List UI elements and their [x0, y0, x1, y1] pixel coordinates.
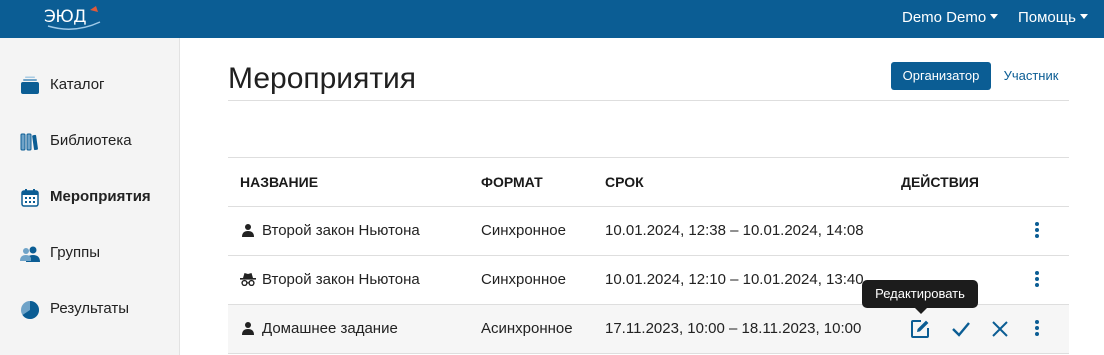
- sidebar-item-label: Мероприятия: [50, 188, 151, 205]
- table-row[interactable]: Домашнее задание Асинхронное 17.11.2023,…: [228, 305, 1069, 354]
- group-icon: [20, 246, 40, 262]
- more-vertical-icon[interactable]: [1031, 269, 1043, 291]
- sidebar-item-catalog[interactable]: Каталог: [0, 66, 179, 106]
- event-format: Синхронное: [481, 222, 566, 239]
- event-name[interactable]: Второй закон Ньютона: [262, 222, 420, 239]
- chevron-down-icon: [990, 14, 999, 19]
- event-format: Асинхронное: [481, 320, 573, 337]
- chevron-down-icon: [1079, 14, 1088, 19]
- more-vertical-icon[interactable]: [1031, 220, 1043, 242]
- edit-icon[interactable]: [908, 317, 932, 341]
- pie-chart-icon: [21, 301, 39, 319]
- sidebar-item-groups[interactable]: Группы: [0, 234, 179, 274]
- event-format: Синхронное: [481, 271, 566, 288]
- column-header-term[interactable]: СРОК: [605, 174, 644, 190]
- column-header-name[interactable]: НАЗВАНИЕ: [240, 174, 318, 190]
- sidebar-item-results[interactable]: Результаты: [0, 290, 179, 330]
- event-name[interactable]: Домашнее задание: [262, 320, 398, 337]
- sidebar-item-label: Библиотека: [50, 132, 132, 149]
- help-menu[interactable]: Помощь: [1018, 9, 1088, 26]
- sidebar-item-label: Результаты: [50, 300, 129, 317]
- sidebar: Каталог Библиотека Мероприятия Группы Ре…: [0, 38, 180, 355]
- tab-participant[interactable]: Участник: [996, 62, 1066, 90]
- sidebar-item-label: Каталог: [50, 76, 105, 93]
- library-icon: [20, 133, 38, 151]
- sidebar-item-label: Группы: [50, 244, 100, 261]
- user-menu-label: Demo Demo: [902, 9, 987, 26]
- event-name[interactable]: Второй закон Ньютона: [262, 271, 420, 288]
- logo-text: ЭЮД: [44, 7, 87, 27]
- incognito-icon: [240, 273, 256, 286]
- column-header-actions: ДЕЙСТВИЯ: [901, 174, 979, 190]
- close-icon[interactable]: [988, 317, 1012, 341]
- table-row[interactable]: Второй закон Ньютона Синхронное 10.01.20…: [228, 207, 1069, 256]
- more-vertical-icon[interactable]: [1031, 318, 1043, 340]
- catalog-icon: [21, 76, 39, 94]
- event-term: 10.01.2024, 12:10 – 10.01.2024, 13:40: [605, 271, 864, 288]
- person-icon: [242, 322, 254, 335]
- event-term: 17.11.2023, 10:00 – 18.11.2023, 10:00: [605, 320, 862, 337]
- column-header-format[interactable]: ФОРМАТ: [481, 174, 543, 190]
- user-menu[interactable]: Demo Demo: [902, 9, 999, 26]
- person-icon: [242, 224, 254, 237]
- page-title: Мероприятия: [228, 62, 417, 95]
- events-table: НАЗВАНИЕ ФОРМАТ СРОК ДЕЙСТВИЯ Второй зак…: [228, 157, 1069, 354]
- event-term: 10.01.2024, 12:38 – 10.01.2024, 14:08: [605, 222, 864, 239]
- top-navbar: ЭЮД Demo Demo Помощь: [0, 0, 1104, 38]
- calendar-icon: [21, 189, 39, 207]
- table-header: НАЗВАНИЕ ФОРМАТ СРОК ДЕЙСТВИЯ: [228, 157, 1069, 207]
- tab-organizer[interactable]: Организатор: [891, 62, 991, 90]
- title-divider: [228, 100, 1069, 101]
- sidebar-item-events[interactable]: Мероприятия: [0, 178, 179, 218]
- help-menu-label: Помощь: [1018, 9, 1076, 26]
- sidebar-item-library[interactable]: Библиотека: [0, 122, 179, 162]
- check-icon[interactable]: [949, 317, 973, 341]
- edit-tooltip: Редактировать: [862, 280, 978, 314]
